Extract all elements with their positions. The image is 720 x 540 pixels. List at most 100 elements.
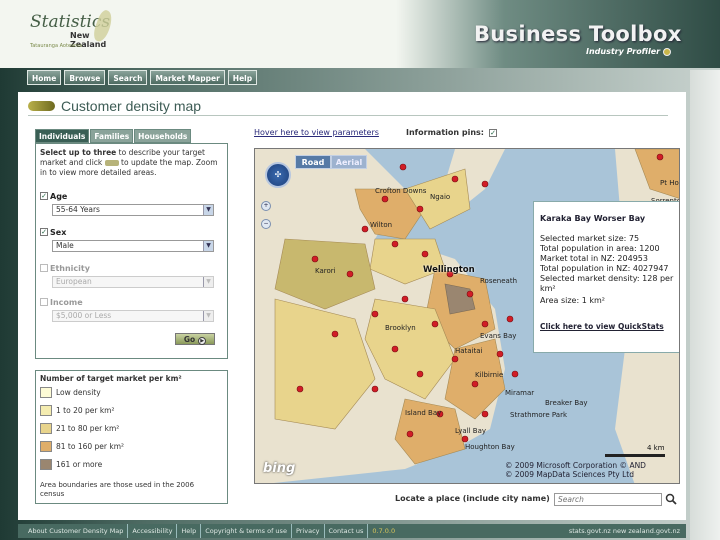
sex-select[interactable]: Male ▼ (52, 240, 214, 252)
place-label: Strathmore Park (510, 411, 568, 419)
map-pin (331, 330, 339, 338)
legend-swatch (40, 387, 52, 398)
popup-line: km² (540, 284, 556, 293)
map-pin (506, 315, 514, 323)
quickstats-link[interactable]: Click here to view QuickStats (540, 322, 664, 331)
zoom-out-icon[interactable]: − (261, 219, 271, 229)
legend-label: 21 to 80 per km² (56, 424, 120, 433)
sex-label: Sex (50, 227, 67, 237)
map-pin (481, 180, 489, 188)
app-title: Business Toolbox (474, 22, 682, 46)
age-select[interactable]: 55-64 Years ▼ (52, 204, 214, 216)
footer-site-links[interactable]: stats.govt.nz new zealand.govt.nz (569, 524, 680, 538)
ethnicity-checkbox[interactable] (40, 264, 48, 272)
chevron-down-icon: ▼ (203, 311, 213, 321)
map-pin (461, 435, 469, 443)
popup-line: Market total in NZ: 204953 (540, 254, 648, 263)
map-tab-aerial[interactable]: Aerial (331, 155, 367, 169)
map-pin (346, 270, 354, 278)
map-pin (361, 225, 369, 233)
income-header: Income (40, 296, 220, 308)
search-icon[interactable] (665, 493, 677, 505)
footer-link-copyright[interactable]: Copyright & terms of use (201, 524, 292, 538)
search-input[interactable] (554, 493, 662, 506)
go-arrow-icon: ▶ (198, 337, 207, 345)
map-tab-road[interactable]: Road (295, 155, 331, 169)
map-pin (391, 345, 399, 353)
page-header: Statistics New Zealand Tatauranga Aotear… (0, 0, 720, 68)
footer-link-privacy[interactable]: Privacy (292, 524, 325, 538)
nav-help[interactable]: Help (227, 70, 258, 85)
income-checkbox[interactable] (40, 298, 48, 306)
map-pin (416, 205, 424, 213)
map-pin (656, 153, 664, 161)
legend-item: Low density (40, 387, 101, 398)
place-label: Pt Howard (660, 179, 679, 187)
tab-individuals[interactable]: Individuals (35, 129, 90, 143)
criterion-age: ✓ Age 55-64 Years ▼ (40, 190, 220, 216)
zoom-in-icon[interactable]: + (261, 201, 271, 211)
place-label: Wellington (423, 265, 475, 275)
income-select[interactable]: $5,000 or Less ▼ (52, 310, 214, 322)
place-label: Hataitai (455, 347, 483, 355)
place-label: Crofton Downs (375, 187, 427, 195)
ethnicity-header: Ethnicity (40, 262, 220, 274)
instructions-text: Select up to three to describe your targ… (40, 148, 224, 178)
instructions-bold: Select up to three (40, 148, 117, 157)
footer-link-accessibility[interactable]: Accessibility (128, 524, 178, 538)
footer-link-about[interactable]: About Customer Density Map (24, 524, 129, 538)
sex-value: Male (56, 241, 74, 250)
legend-note: Area boundaries are those used in the 20… (40, 481, 195, 498)
income-label: Income (50, 297, 83, 307)
legend-label: 81 to 160 per km² (56, 442, 125, 451)
nav-home[interactable]: Home (27, 70, 62, 85)
criterion-income: Income $5,000 or Less ▼ (40, 296, 220, 322)
sex-header: ✓ Sex (40, 226, 220, 238)
tab-households[interactable]: Households (134, 129, 192, 143)
place-label: Roseneath (480, 277, 517, 285)
nav-market-mapper[interactable]: Market Mapper (150, 70, 225, 85)
map-pin (496, 350, 504, 358)
nav-browse[interactable]: Browse (64, 70, 106, 85)
density-map[interactable]: Road Aerial ✣ + − Wellington Pt Howard S… (254, 148, 680, 484)
target-type-tabs: Individuals Families Households (35, 129, 192, 143)
ethnicity-label: Ethnicity (50, 263, 90, 273)
legend-title: Number of target market per km² (40, 374, 182, 383)
nav-search[interactable]: Search (108, 70, 148, 85)
footer-link-contact[interactable]: Contact us (325, 524, 369, 538)
footer-link-help[interactable]: Help (177, 524, 202, 538)
legend-label: 1 to 20 per km² (56, 406, 115, 415)
popup-line: Area size: 1 km² (540, 296, 605, 305)
info-pins-label: Information pins: (406, 128, 484, 137)
logo-maori-text: Tatauranga Aotearoa (30, 43, 83, 49)
info-pins-checkbox[interactable]: ✓ (489, 129, 497, 137)
copyright-line: © 2009 MapData Sciences Pty Ltd (505, 470, 635, 479)
map-copyright: © 2009 Microsoft Corporation © AND © 200… (505, 461, 646, 479)
ethnicity-select[interactable]: European ▼ (52, 276, 214, 288)
legend-item: 21 to 80 per km² (40, 423, 119, 434)
place-label: Wilton (370, 221, 393, 229)
popup-line: Total population in area: 1200 (540, 244, 660, 253)
map-pin (416, 370, 424, 378)
map-pin (471, 380, 479, 388)
density-legend: Number of target market per km² Low dens… (35, 370, 228, 504)
view-parameters-link[interactable]: Hover here to view parameters (254, 128, 379, 137)
right-edge-decoration (690, 70, 720, 540)
criterion-sex: ✓ Sex Male ▼ (40, 226, 220, 252)
legend-item: 161 or more (40, 459, 102, 470)
pan-compass-icon[interactable]: ✣ (265, 162, 291, 188)
age-checkbox[interactable]: ✓ (40, 192, 48, 200)
subtitle-dot-icon (663, 48, 671, 56)
map-pin (481, 410, 489, 418)
map-pin (311, 255, 319, 263)
tab-families[interactable]: Families (90, 129, 134, 143)
place-label: Karori (315, 267, 336, 275)
place-label: Evans Bay (480, 332, 517, 340)
scale-bar (605, 454, 665, 457)
place-label: Houghton Bay (465, 443, 515, 451)
income-value: $5,000 or Less (56, 311, 112, 320)
copyright-line: © 2009 Microsoft Corporation © AND (505, 461, 646, 470)
sex-checkbox[interactable]: ✓ (40, 228, 48, 236)
footer-links: About Customer Density Map Accessibility… (24, 524, 399, 538)
go-button[interactable]: Go ▶ (175, 333, 215, 345)
